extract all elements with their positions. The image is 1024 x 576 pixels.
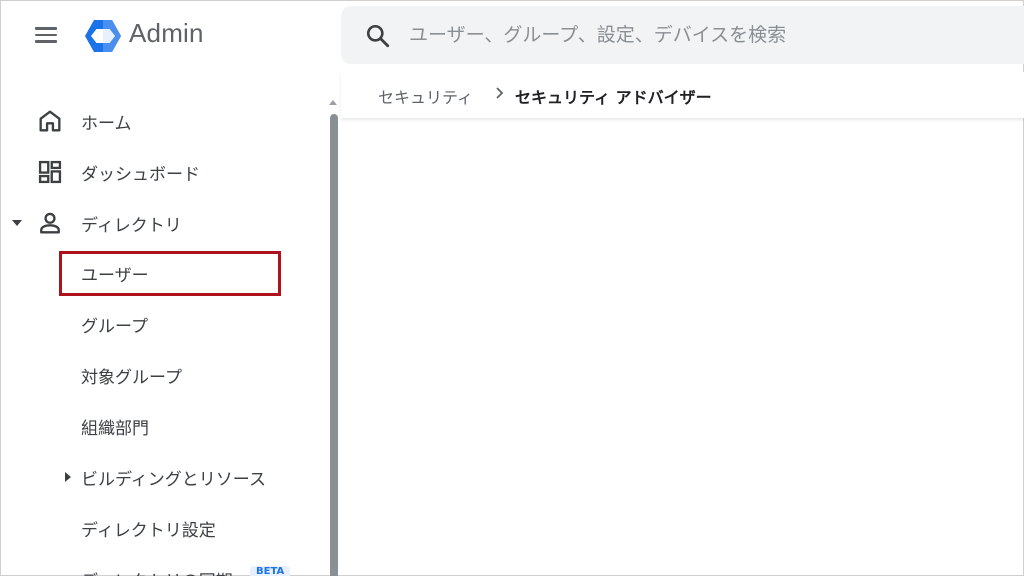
sidebar-item-target-groups[interactable]: 対象グループ bbox=[0, 352, 320, 398]
app-header: Admin bbox=[0, 0, 1024, 72]
sidebar-item-label: ダッシュボード bbox=[81, 164, 200, 185]
sidebar-item-directory[interactable]: ディレクトリ bbox=[0, 200, 320, 246]
beta-badge: BETA bbox=[250, 566, 291, 576]
sidebar-item-label: ビルディングとリソース bbox=[81, 469, 266, 490]
app-title[interactable]: Admin bbox=[129, 18, 204, 49]
sidebar-item-label: グループ bbox=[81, 316, 148, 337]
sidebar-item-label: ディレクトリ bbox=[81, 215, 182, 236]
sidebar-item-label: ユーザー bbox=[81, 265, 149, 286]
chevron-right-icon bbox=[496, 87, 504, 99]
sidebar-item-dashboard[interactable]: ダッシュボード bbox=[0, 149, 320, 195]
sidebar-nav: ホーム ダッシュボード ディレクトリ ユーザー グループ 対象グループ 組織部門… bbox=[0, 90, 325, 576]
main-content: セキュリティ セキュリティ アドバイザー bbox=[341, 72, 1024, 576]
sidebar-item-home[interactable]: ホーム bbox=[0, 98, 320, 144]
menu-icon-bar bbox=[35, 33, 57, 37]
sidebar-scrollbar[interactable] bbox=[327, 96, 341, 576]
sidebar-item-label: ディレクトリ設定 bbox=[81, 520, 216, 541]
menu-icon-bar bbox=[35, 27, 57, 30]
sidebar-item-label: 組織部門 bbox=[81, 418, 149, 439]
sidebar-item-label: ホーム bbox=[81, 113, 132, 134]
main-menu-button[interactable] bbox=[30, 20, 62, 50]
search-icon[interactable] bbox=[365, 23, 391, 49]
breadcrumb-parent-link[interactable]: セキュリティ bbox=[378, 84, 473, 108]
scroll-up-arrow-icon[interactable] bbox=[329, 100, 337, 105]
home-icon bbox=[39, 110, 61, 132]
breadcrumb-current: セキュリティ アドバイザー bbox=[515, 88, 712, 107]
person-icon bbox=[40, 212, 60, 234]
sidebar-item-directory-settings[interactable]: ディレクトリ設定 bbox=[0, 505, 320, 551]
search-input[interactable] bbox=[409, 16, 1009, 54]
menu-icon-bar bbox=[35, 40, 57, 43]
sidebar-item-org-units[interactable]: 組織部門 bbox=[0, 403, 320, 449]
sidebar-item-label: ディレクトリの同期 bbox=[81, 567, 233, 576]
expand-caret-icon[interactable] bbox=[12, 220, 22, 226]
breadcrumb: セキュリティ セキュリティ アドバイザー bbox=[341, 72, 1024, 118]
search-bar[interactable] bbox=[341, 6, 1024, 64]
scrollbar-thumb[interactable] bbox=[330, 114, 338, 576]
dashboard-icon bbox=[38, 160, 62, 184]
expand-caret-icon[interactable] bbox=[65, 472, 71, 482]
sidebar-item-buildings-resources[interactable]: ビルディングとリソース bbox=[0, 454, 320, 500]
sidebar-item-label: 対象グループ bbox=[81, 367, 182, 388]
admin-logo-icon[interactable] bbox=[84, 17, 122, 55]
sidebar-item-groups[interactable]: グループ bbox=[0, 301, 320, 347]
sidebar-item-users[interactable]: ユーザー bbox=[0, 250, 320, 296]
